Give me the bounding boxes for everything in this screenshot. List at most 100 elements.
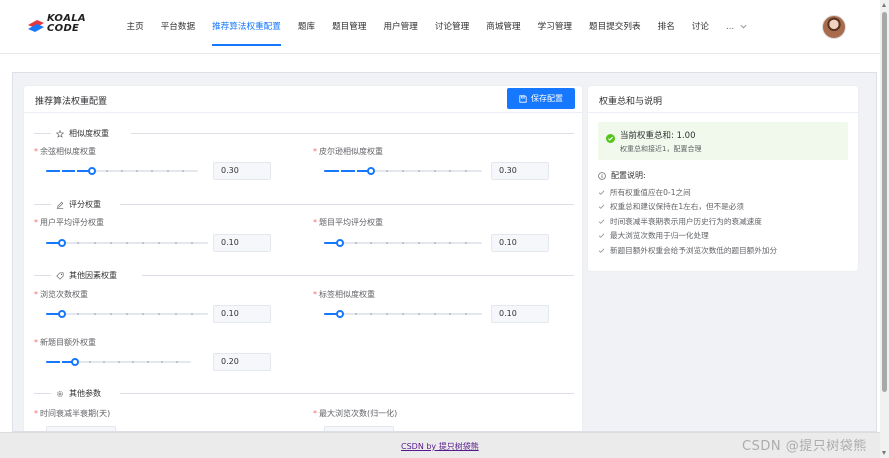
settings-icon [57, 390, 63, 397]
nav-item-study-manage[interactable]: 学习管理 [529, 0, 580, 54]
nav-item-mall-manage[interactable]: 商城管理 [478, 0, 529, 54]
slider-stop [449, 313, 452, 315]
slider-handle[interactable] [335, 239, 344, 247]
list-item: 新题目额外权重会给予浏览次数低的题目额外加分 [598, 243, 777, 258]
new-problem-weight-slider[interactable] [46, 357, 191, 367]
scroll-up-icon[interactable] [882, 3, 886, 7]
nav-item-submissions[interactable]: 题目提交列表 [581, 0, 650, 54]
section-title: 评分权重 [56, 199, 101, 210]
nav-item-ranking[interactable]: 排名 [649, 0, 683, 54]
slider-stop [370, 313, 373, 315]
vertical-scrollbar[interactable] [880, 0, 889, 458]
nav-item-home[interactable]: 主页 [118, 0, 152, 54]
main-content: 推荐算法权重配置 保存配置 相似度权重 * 余弦相似度权重 0.30 * 皮尔逊相似… [12, 72, 877, 432]
slider-stop [93, 242, 96, 244]
slider-stop [109, 313, 112, 315]
divider-line [131, 133, 574, 134]
slider-handle[interactable] [58, 239, 67, 247]
user-rating-weight-slider[interactable] [46, 238, 208, 248]
required-mark: * [34, 147, 38, 156]
nav-item-platform-data[interactable]: 平台数据 [152, 0, 203, 54]
avatar[interactable] [822, 15, 846, 39]
pearson-weight-value[interactable]: 0.30 [491, 162, 549, 180]
check-icon [598, 190, 605, 195]
tag-similarity-weight-label-text: 标签相似度权重 [319, 290, 375, 299]
check-icon [598, 248, 605, 253]
logo[interactable]: KOALA CODE [20, 10, 106, 42]
slider-stop [417, 313, 420, 315]
pearson-weight-slider[interactable] [324, 166, 482, 176]
nav-item-recommend-weights[interactable]: 推荐算法权重配置 [204, 0, 290, 54]
slider-stop [142, 313, 145, 315]
save-config-button[interactable]: 保存配置 [507, 88, 575, 109]
note-text: 所有权重值应在0-1之间 [610, 187, 691, 197]
cosine-weight-value[interactable]: 0.30 [213, 162, 271, 180]
user-rating-weight-label: * 用户平均评分权重 [34, 217, 104, 228]
cosine-weight-label: * 余弦相似度权重 [34, 146, 96, 157]
weight-summary-card: 权重总和与说明 当前权重总和: 1.00 权重总和接近1，配置合理 配置说明: … [588, 86, 858, 271]
star-icon [56, 129, 64, 138]
required-mark: * [313, 409, 317, 418]
slider-stop [59, 361, 62, 363]
slider-stop [109, 242, 112, 244]
scrollbar-thumb[interactable] [882, 12, 887, 392]
slider-stop [354, 242, 357, 244]
weight-status-alert: 当前权重总和: 1.00 权重总和接近1，配置合理 [598, 122, 848, 160]
chevron-down-icon [740, 24, 747, 29]
check-icon [598, 219, 605, 224]
nav-item-user-manage[interactable]: 用户管理 [375, 0, 426, 54]
tag-similarity-weight-value[interactable]: 0.10 [491, 305, 549, 323]
tag-similarity-weight-label: * 标签相似度权重 [313, 289, 375, 300]
max-browse-label: * 最大浏览次数(归一化) [313, 408, 397, 419]
user-rating-weight-label-text: 用户平均评分权重 [40, 218, 104, 227]
browse-count-weight-slider[interactable] [46, 309, 208, 319]
nav-menu: 主页 平台数据 推荐算法权重配置 题库 题目管理 用户管理 讨论管理 商城管理 … [118, 0, 755, 54]
slider-handle[interactable] [335, 310, 344, 318]
divider-line [34, 393, 51, 394]
slider-handle[interactable] [87, 167, 96, 175]
slider-stop [181, 170, 184, 172]
nav-item-problem-bank[interactable]: 题库 [289, 0, 323, 54]
slider-stop [132, 361, 134, 363]
nav-item-discussion-manage[interactable]: 讨论管理 [426, 0, 477, 54]
divider-line [120, 393, 574, 394]
config-notes-title: 配置说明: [598, 170, 646, 181]
slider-stop [151, 170, 154, 172]
slider-stop [354, 170, 357, 172]
max-browse-label-text: 最大浏览次数(归一化) [319, 409, 398, 418]
section-other-factors: 其他因素权重 [34, 270, 574, 280]
slider-stop [75, 170, 78, 172]
nav-item-discussion[interactable]: 讨论 [683, 0, 717, 54]
slider-stop [433, 313, 436, 315]
user-rating-weight-value[interactable]: 0.10 [213, 234, 271, 252]
slider-stop [417, 170, 420, 172]
slider-stop [136, 170, 139, 172]
footer-link[interactable]: CSDN by 提只树袋熊 [401, 441, 479, 452]
slider-stop [465, 242, 468, 244]
slider-fill [324, 170, 372, 172]
cosine-weight-slider[interactable] [46, 166, 198, 176]
slider-handle[interactable] [58, 310, 67, 318]
slider-stop [174, 242, 177, 244]
slider-handle[interactable] [71, 358, 79, 366]
divider-line [34, 275, 51, 276]
weight-config-card: 推荐算法权重配置 保存配置 相似度权重 * 余弦相似度权重 0.30 * 皮尔逊相似… [24, 86, 582, 431]
slider-stop [93, 313, 96, 315]
nav-item-more[interactable]: ... [718, 0, 756, 54]
slider-stop [161, 361, 163, 363]
slider-stop [433, 170, 436, 172]
slider-handle[interactable] [367, 167, 376, 175]
slider-stop [88, 361, 91, 363]
browse-count-weight-value[interactable]: 0.10 [213, 305, 271, 323]
tag-similarity-weight-slider[interactable] [324, 309, 482, 319]
pearson-weight-label: * 皮尔逊相似度权重 [313, 146, 383, 157]
slider-stop [449, 242, 452, 244]
time-decay-label: * 时间衰减半衰期(天) [34, 408, 110, 419]
nav-item-problem-manage[interactable]: 题目管理 [324, 0, 375, 54]
slider-stop [146, 361, 149, 363]
new-problem-weight-value[interactable]: 0.20 [213, 353, 271, 371]
note-text: 权重总和建议保持在1左右，但不是必须 [610, 202, 744, 212]
problem-rating-weight-slider[interactable] [324, 238, 482, 248]
scroll-down-icon[interactable] [882, 451, 886, 455]
problem-rating-weight-value[interactable]: 0.10 [491, 234, 549, 252]
